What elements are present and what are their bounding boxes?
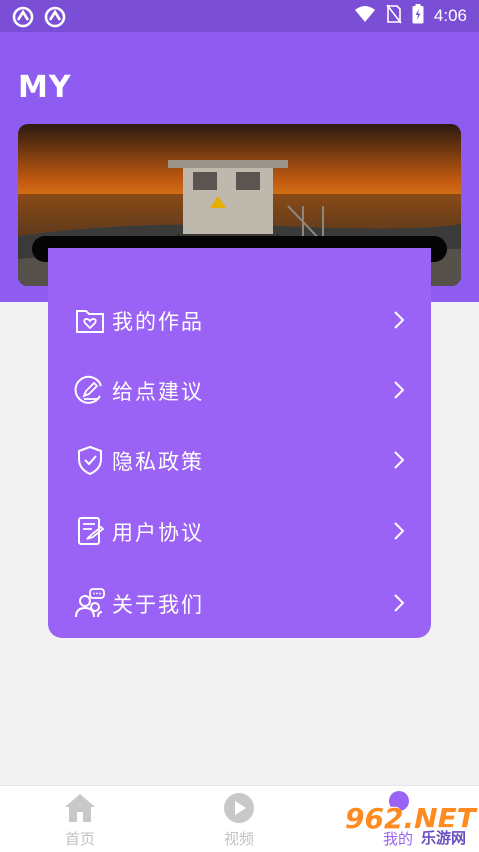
battery-charging-icon xyxy=(412,4,424,28)
people-chat-icon xyxy=(74,587,106,619)
chevron-right-icon xyxy=(392,380,406,400)
tab-home[interactable]: 首页 xyxy=(40,786,120,852)
chevron-right-icon xyxy=(392,593,406,613)
tab-label: 首页 xyxy=(64,830,95,848)
menu-item-my-works[interactable]: 我的作品 xyxy=(48,290,431,350)
menu-item-about-us[interactable]: 关于我们 xyxy=(48,573,431,633)
home-icon xyxy=(63,792,97,828)
wifi-icon xyxy=(354,5,376,27)
edit-circle-icon xyxy=(74,374,106,406)
play-circle-icon xyxy=(223,792,255,828)
watermark-sub: 乐游网 xyxy=(419,827,469,848)
menu-item-label: 用户协议 xyxy=(112,521,204,545)
tab-video[interactable]: 视频 xyxy=(199,786,279,852)
page-title: MY xyxy=(18,70,72,105)
heart-folder-icon xyxy=(74,304,106,336)
menu-item-feedback[interactable]: 给点建议 xyxy=(48,360,431,420)
menu-item-label: 我的作品 xyxy=(112,310,204,334)
tab-label: 视频 xyxy=(223,830,254,848)
menu-card: 我的作品 给点建议 隐私政策 用户协议 关于我们 xyxy=(48,248,431,638)
menu-item-user-agreement[interactable]: 用户协议 xyxy=(48,501,431,561)
sync-icon xyxy=(44,6,66,32)
menu-item-label: 给点建议 xyxy=(112,380,204,404)
menu-item-label: 关于我们 xyxy=(112,593,204,617)
no-sim-icon xyxy=(386,4,402,28)
menu-item-label: 隐私政策 xyxy=(112,450,204,474)
sync-icon xyxy=(12,6,34,32)
chevron-right-icon xyxy=(392,310,406,330)
menu-item-privacy-policy[interactable]: 隐私政策 xyxy=(48,430,431,490)
watermark: 962.NET 乐游网 xyxy=(337,800,477,848)
clock: 4:06 xyxy=(433,6,467,25)
status-bar: 4:06 xyxy=(0,0,479,32)
document-sign-icon xyxy=(74,515,106,547)
chevron-right-icon xyxy=(392,521,406,541)
chevron-right-icon xyxy=(392,450,406,470)
shield-check-icon xyxy=(74,444,106,476)
